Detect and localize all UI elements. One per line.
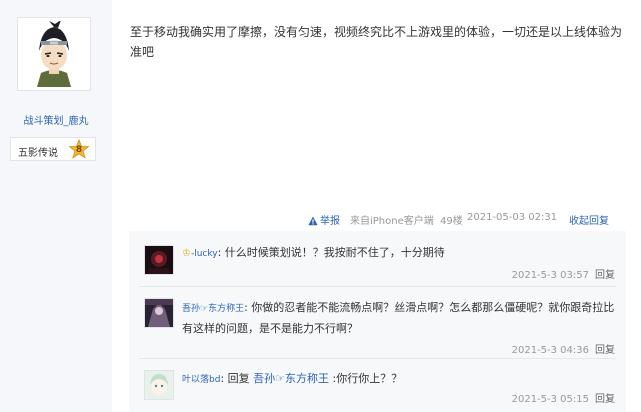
reply-text-line: 吾孙☞东方称王: 你做的忍者能不能流畅点啊？丝滑点啊？怎么都那么僵硬呢？就你跟奇… bbox=[182, 301, 615, 335]
report-label: 举报 bbox=[320, 216, 340, 227]
author-sidebar: 战斗策划_鹿丸 五影传说 8 bbox=[0, 0, 112, 412]
author-rank: 五影传说 8 bbox=[10, 137, 96, 161]
reply-meta: 2021-5-3 03:57 回复 bbox=[512, 266, 615, 281]
reply-button[interactable]: 回复 bbox=[595, 345, 615, 356]
post-content: 至于移动我确实用了摩擦，没有匀速，视频终究比不上游戏里的体验，一切还是以上线体验… bbox=[130, 25, 623, 59]
reply-button[interactable]: 回复 bbox=[595, 270, 615, 281]
reply-button[interactable]: 回复 bbox=[595, 394, 615, 405]
crown-icon: ♔ bbox=[182, 248, 191, 259]
reply-content: :你行你上？？ bbox=[332, 372, 403, 385]
reply-divider bbox=[139, 358, 616, 359]
avatar-image bbox=[145, 246, 173, 274]
avatar-image bbox=[145, 371, 173, 399]
reply-meta: 2021-5-3 04:36 回复 bbox=[512, 341, 615, 356]
reply-content: 什么时候策划说！？我按耐不住了，十分期待 bbox=[224, 246, 445, 259]
rank-level: 8 bbox=[75, 145, 83, 155]
star-badge-icon: 8 bbox=[68, 138, 90, 161]
reply-avatar[interactable] bbox=[144, 370, 174, 400]
post-source: 来自iPhone客户端 bbox=[350, 216, 434, 227]
reply-username[interactable]: 叶以落bd bbox=[182, 375, 220, 385]
reply-content: 你做的忍者能不能流畅点啊？丝滑点啊？怎么都那么僵硬呢？就你跟奇拉比有这样的问题，… bbox=[182, 301, 615, 335]
reply-time: 2021-5-3 04:36 bbox=[511, 345, 589, 356]
rank-name: 五影传说 bbox=[18, 148, 58, 159]
reply-list: ♔-lucky: 什么时候策划说！？我按耐不住了，十分期待 2021-5-3 0… bbox=[129, 231, 626, 412]
reply-meta: 2021-5-3 05:15 回复 bbox=[512, 390, 615, 405]
reply-username[interactable]: -lucky bbox=[191, 249, 218, 259]
author-name[interactable]: 战斗策划_鹿丸 bbox=[0, 112, 112, 127]
avatar-image bbox=[145, 299, 173, 327]
reply-avatar[interactable] bbox=[144, 298, 174, 328]
reply-username[interactable]: 吾孙☞东方称王 bbox=[182, 304, 244, 314]
collapse-replies-link[interactable]: 收起回复 bbox=[569, 212, 609, 227]
post-timestamp: 2021-05-03 02:31 bbox=[467, 212, 558, 223]
reply-word: 回复 bbox=[227, 372, 250, 385]
reply-time: 2021-5-3 05:15 bbox=[511, 394, 589, 405]
report-link[interactable]: 举报 bbox=[308, 212, 340, 227]
author-avatar[interactable] bbox=[17, 17, 91, 91]
avatar-image bbox=[21, 21, 87, 87]
post-floor: 49楼 bbox=[440, 216, 463, 227]
warning-triangle-icon bbox=[308, 216, 318, 226]
reply-avatar[interactable] bbox=[144, 245, 174, 275]
reply-divider bbox=[139, 286, 616, 287]
reply-text-line: ♔-lucky: 什么时候策划说！？我按耐不住了，十分期待 bbox=[182, 246, 445, 259]
reply-text-line: 叶以落bd: 回复 吾孙☞东方称王 :你行你上？？ bbox=[182, 372, 403, 385]
reply-target-username[interactable]: 吾孙☞东方称王 bbox=[253, 372, 329, 385]
reply-time: 2021-5-3 03:57 bbox=[511, 270, 589, 281]
